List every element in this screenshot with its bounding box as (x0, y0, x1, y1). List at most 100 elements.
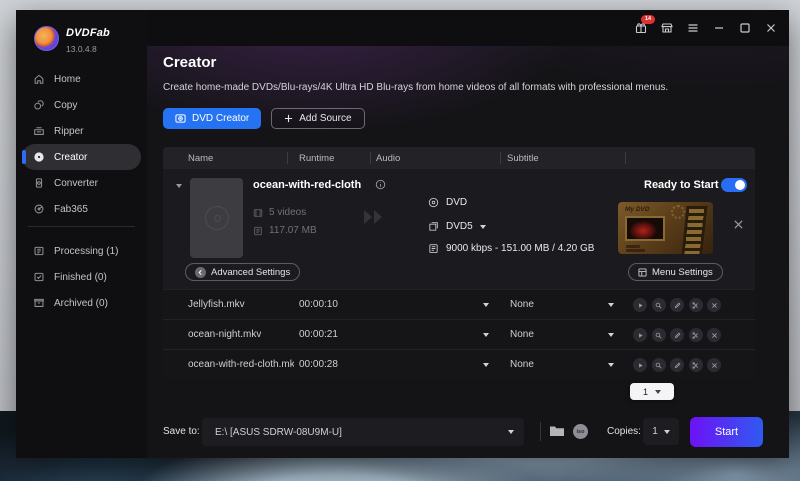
menu-preview-title: My DVD (625, 206, 650, 213)
video-row: Jellyfish.mkv 00:00:10 None (163, 289, 755, 319)
sidebar-item-finished[interactable]: Finished (0) (22, 264, 141, 290)
column-divider (500, 152, 501, 164)
archived-box-icon (33, 297, 45, 309)
info-icon[interactable] (375, 179, 386, 190)
footer: Save to: E:\ [ASUS SDRW-08U9M-U] iso Cop… (147, 417, 789, 447)
trim-button[interactable] (689, 328, 703, 342)
sidebar-item-label: Fab365 (54, 204, 88, 215)
trim-button[interactable] (689, 358, 703, 372)
dvd-creator-button[interactable]: DVD Creator (163, 108, 261, 129)
sidebar-item-label: Creator (54, 152, 87, 163)
save-to-iso-button[interactable]: iso (573, 424, 588, 439)
edit-button[interactable] (670, 358, 684, 372)
edit-button[interactable] (670, 328, 684, 342)
delete-button[interactable] (707, 358, 721, 372)
edit-button[interactable] (670, 298, 684, 312)
app-name: DVDFab (66, 27, 110, 39)
folder-icon (549, 424, 565, 438)
save-to-dropdown[interactable]: E:\ [ASUS SDRW-08U9M-U] (202, 418, 524, 446)
sidebar-item-archived[interactable]: Archived (0) (22, 290, 141, 316)
dvdfab-window: DVDFab 13.0.4.8 Home Copy Ripper Creator (16, 10, 789, 458)
maximize-button[interactable] (738, 22, 751, 35)
target-size-dropdown-caret[interactable] (480, 225, 486, 229)
play-button[interactable] (633, 358, 647, 372)
save-to-caret (508, 430, 514, 434)
play-icon (637, 362, 644, 369)
preview-button[interactable] (652, 328, 666, 342)
gift-button[interactable]: 14 (634, 22, 647, 35)
target-type: DVD (446, 197, 467, 208)
close-icon (765, 22, 777, 34)
copies-popup[interactable]: 1 (630, 383, 674, 400)
ready-toggle[interactable] (721, 178, 747, 192)
audio-dropdown-caret[interactable] (483, 363, 489, 367)
add-source-button[interactable]: Add Source (271, 108, 364, 129)
delete-button[interactable] (707, 328, 721, 342)
column-audio: Audio (376, 153, 400, 164)
save-to-value: E:\ [ASUS SDRW-08U9M-U] (215, 427, 342, 438)
sidebar-item-converter[interactable]: Converter (22, 170, 141, 196)
menu-preview[interactable]: My DVD (618, 202, 713, 254)
sidebar-item-creator[interactable]: Creator (22, 144, 141, 170)
copies-dropdown[interactable]: 1 (643, 418, 679, 445)
close-icon (711, 302, 718, 309)
finished-check-icon (33, 271, 45, 283)
subtitle-value: None (510, 329, 534, 340)
menu-preview-image (625, 216, 665, 241)
dvd-disc-icon (428, 197, 439, 208)
collapse-caret-icon[interactable] (176, 184, 182, 188)
menu-settings-button[interactable]: Menu Settings (628, 263, 723, 281)
column-runtime: Runtime (299, 153, 334, 164)
table-header: Name Runtime Audio Subtitle (163, 147, 755, 169)
trim-button[interactable] (689, 298, 703, 312)
advanced-settings-button[interactable]: Advanced Settings (185, 263, 300, 281)
titlebar: 14 (147, 10, 789, 46)
audio-dropdown-caret[interactable] (483, 333, 489, 337)
target-detail-meta: 9000 kbps - 151.00 MB / 4.20 GB (428, 243, 594, 254)
menu-settings-label: Menu Settings (652, 267, 713, 278)
video-count: 5 videos (269, 207, 306, 218)
play-button[interactable] (633, 298, 647, 312)
subtitle-dropdown-caret[interactable] (608, 303, 614, 307)
sidebar-item-processing[interactable]: Processing (1) (22, 238, 141, 264)
play-button[interactable] (633, 328, 647, 342)
video-runtime: 00:00:21 (299, 329, 338, 340)
sidebar-item-ripper[interactable]: Ripper (22, 118, 141, 144)
start-button[interactable]: Start (690, 417, 763, 447)
preview-button[interactable] (652, 358, 666, 372)
preview-button[interactable] (652, 298, 666, 312)
sidebar-nav: Home Copy Ripper Creator Converter Fab36… (16, 66, 147, 222)
store-icon (661, 22, 673, 34)
play-icon (637, 302, 644, 309)
page-title: Creator (163, 54, 216, 71)
menu-button[interactable] (686, 22, 699, 35)
subtitle-dropdown-caret[interactable] (608, 333, 614, 337)
remove-project-button[interactable] (733, 219, 744, 230)
scissors-icon (692, 302, 699, 309)
magnifier-icon (655, 332, 662, 339)
close-icon (733, 219, 744, 230)
sidebar-item-home[interactable]: Home (22, 66, 141, 92)
content: Creator Create home-made DVDs/Blu-rays/4… (147, 46, 789, 458)
sidebar-item-copy[interactable]: Copy (22, 92, 141, 118)
delete-button[interactable] (707, 298, 721, 312)
audio-dropdown-caret[interactable] (483, 303, 489, 307)
store-button[interactable] (660, 22, 673, 35)
sidebar-item-fab365[interactable]: Fab365 (22, 196, 141, 222)
add-source-label: Add Source (299, 113, 351, 124)
sidebar-item-label: Archived (0) (54, 298, 108, 309)
pencil-icon (674, 362, 681, 369)
target-size: DVD5 (446, 221, 473, 232)
dvd-creator-icon (175, 113, 186, 124)
home-icon (33, 73, 45, 85)
save-to-folder-button[interactable] (549, 424, 565, 438)
creator-disc-icon (33, 151, 45, 163)
subtitle-dropdown-caret[interactable] (608, 363, 614, 367)
video-runtime: 00:00:28 (299, 359, 338, 370)
menu-preview-text-line (626, 245, 640, 248)
play-icon (637, 332, 644, 339)
sidebar-bottom-nav: Processing (1) Finished (0) Archived (0) (16, 238, 147, 316)
close-button[interactable] (764, 22, 777, 35)
minimize-button[interactable] (712, 22, 725, 35)
row-actions (633, 328, 721, 342)
